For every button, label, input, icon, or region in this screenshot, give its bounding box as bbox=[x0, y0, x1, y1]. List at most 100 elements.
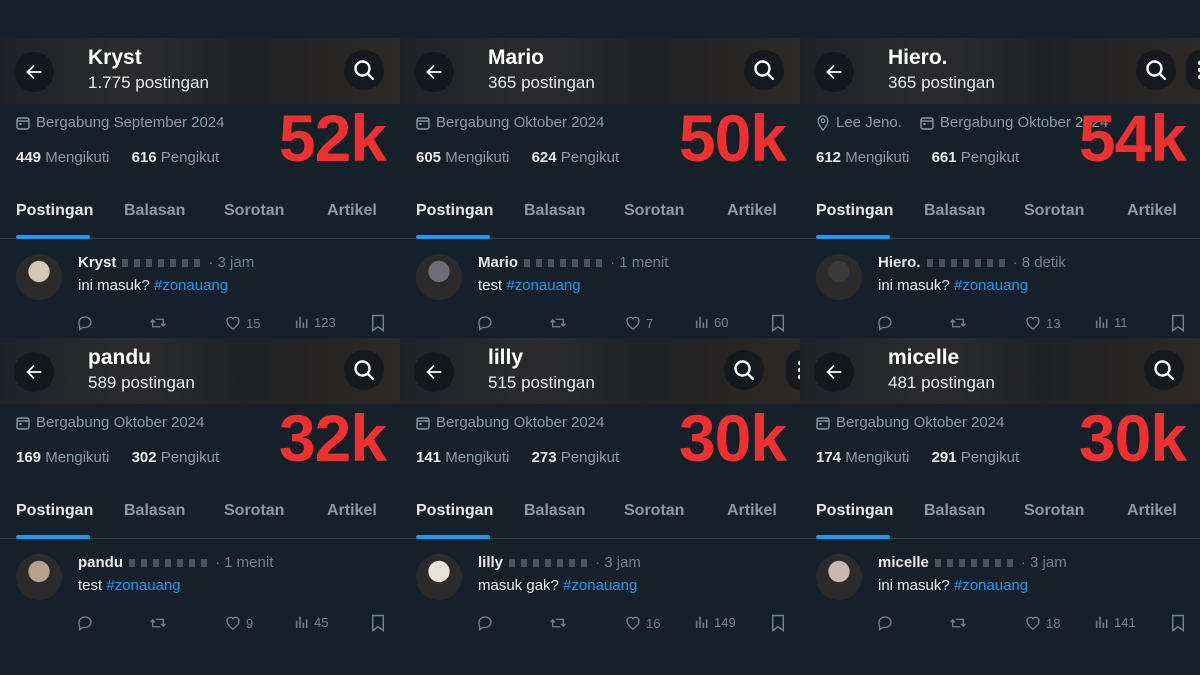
avatar[interactable] bbox=[16, 554, 62, 600]
views-button[interactable]: 149 bbox=[694, 614, 736, 630]
repost-button[interactable] bbox=[948, 314, 972, 332]
post-item[interactable]: Kryst · 3 jam ini masuk? #zonauang 15 123 bbox=[0, 248, 400, 338]
views-button[interactable]: 123 bbox=[294, 314, 336, 330]
following-link[interactable]: 169 Mengikuti bbox=[16, 449, 109, 466]
tab-artikel[interactable]: Artikel bbox=[1127, 502, 1177, 520]
post-item[interactable]: micelle · 3 jam ini masuk? #zonauang 18 1… bbox=[800, 548, 1200, 638]
like-button[interactable]: 9 bbox=[224, 614, 253, 632]
views-button[interactable]: 45 bbox=[294, 614, 328, 630]
bookmark-button[interactable] bbox=[770, 314, 786, 332]
views-button[interactable]: 11 bbox=[1094, 314, 1128, 330]
followers-link[interactable]: 302 Pengikut bbox=[132, 449, 220, 466]
tab-artikel[interactable]: Artikel bbox=[327, 202, 377, 220]
following-link[interactable]: 174 Mengikuti bbox=[816, 449, 909, 466]
tab-postingan[interactable]: Postingan bbox=[816, 502, 893, 520]
tab-balasan[interactable]: Balasan bbox=[124, 502, 185, 520]
followers-link[interactable]: 291 Pengikut bbox=[932, 449, 1020, 466]
post-time[interactable]: 3 jam bbox=[1030, 554, 1067, 571]
bookmark-button[interactable] bbox=[1170, 614, 1186, 632]
hashtag-link[interactable]: #zonauang bbox=[954, 577, 1028, 594]
hashtag-link[interactable]: #zonauang bbox=[106, 577, 180, 594]
search-button[interactable] bbox=[1144, 350, 1184, 390]
followers-link[interactable]: 273 Pengikut bbox=[532, 449, 620, 466]
post-item[interactable]: Hiero. · 8 detik ini masuk? #zonauang 13 … bbox=[800, 248, 1200, 338]
tab-postingan[interactable]: Postingan bbox=[416, 202, 493, 220]
following-link[interactable]: 605 Mengikuti bbox=[416, 149, 509, 166]
avatar[interactable] bbox=[416, 554, 462, 600]
post-author[interactable]: pandu bbox=[78, 554, 123, 571]
followers-link[interactable]: 624 Pengikut bbox=[532, 149, 620, 166]
tab-balasan[interactable]: Balasan bbox=[524, 202, 585, 220]
back-button[interactable] bbox=[414, 52, 454, 92]
views-button[interactable]: 141 bbox=[1094, 614, 1136, 630]
post-author[interactable]: micelle bbox=[878, 554, 929, 571]
reply-button[interactable] bbox=[76, 614, 98, 632]
avatar[interactable] bbox=[416, 254, 462, 300]
tab-balasan[interactable]: Balasan bbox=[124, 202, 185, 220]
search-button[interactable] bbox=[344, 50, 384, 90]
tab-balasan[interactable]: Balasan bbox=[924, 502, 985, 520]
post-time[interactable]: 8 detik bbox=[1022, 254, 1066, 271]
tab-postingan[interactable]: Postingan bbox=[416, 502, 493, 520]
back-button[interactable] bbox=[414, 352, 454, 392]
like-button[interactable]: 15 bbox=[224, 314, 260, 332]
tab-sorotan[interactable]: Sorotan bbox=[1024, 202, 1084, 220]
post-author[interactable]: Mario bbox=[478, 254, 518, 271]
avatar[interactable] bbox=[816, 254, 862, 300]
back-button[interactable] bbox=[14, 352, 54, 392]
search-button[interactable] bbox=[744, 50, 784, 90]
following-link[interactable]: 449 Mengikuti bbox=[16, 149, 109, 166]
reply-button[interactable] bbox=[476, 314, 498, 332]
like-button[interactable]: 13 bbox=[1024, 314, 1060, 332]
tab-postingan[interactable]: Postingan bbox=[816, 202, 893, 220]
bookmark-button[interactable] bbox=[1170, 314, 1186, 332]
like-button[interactable]: 18 bbox=[1024, 614, 1060, 632]
back-button[interactable] bbox=[814, 52, 854, 92]
repost-button[interactable] bbox=[148, 314, 172, 332]
tab-sorotan[interactable]: Sorotan bbox=[624, 502, 684, 520]
post-item[interactable]: pandu · 1 menit test #zonauang 9 45 bbox=[0, 548, 400, 638]
reply-button[interactable] bbox=[476, 614, 498, 632]
post-time[interactable]: 3 jam bbox=[218, 254, 255, 271]
tab-sorotan[interactable]: Sorotan bbox=[1024, 502, 1084, 520]
followers-link[interactable]: 616 Pengikut bbox=[132, 149, 220, 166]
avatar[interactable] bbox=[816, 554, 862, 600]
post-author[interactable]: Kryst bbox=[78, 254, 116, 271]
reply-button[interactable] bbox=[876, 614, 898, 632]
tab-sorotan[interactable]: Sorotan bbox=[224, 502, 284, 520]
back-button[interactable] bbox=[814, 352, 854, 392]
tab-artikel[interactable]: Artikel bbox=[327, 502, 377, 520]
hashtag-link[interactable]: #zonauang bbox=[563, 577, 637, 594]
like-button[interactable]: 7 bbox=[624, 314, 653, 332]
avatar[interactable] bbox=[16, 254, 62, 300]
tab-balasan[interactable]: Balasan bbox=[924, 202, 985, 220]
tab-balasan[interactable]: Balasan bbox=[524, 502, 585, 520]
bookmark-button[interactable] bbox=[370, 614, 386, 632]
reply-button[interactable] bbox=[876, 314, 898, 332]
post-author[interactable]: lilly bbox=[478, 554, 503, 571]
more-options-button[interactable] bbox=[786, 350, 800, 390]
post-item[interactable]: Mario · 1 menit test #zonauang 7 60 bbox=[400, 248, 800, 338]
repost-button[interactable] bbox=[548, 614, 572, 632]
following-link[interactable]: 141 Mengikuti bbox=[416, 449, 509, 466]
hashtag-link[interactable]: #zonauang bbox=[154, 277, 228, 294]
tab-postingan[interactable]: Postingan bbox=[16, 202, 93, 220]
search-button[interactable] bbox=[344, 350, 384, 390]
followers-link[interactable]: 661 Pengikut bbox=[932, 149, 1020, 166]
reply-button[interactable] bbox=[76, 314, 98, 332]
hashtag-link[interactable]: #zonauang bbox=[954, 277, 1028, 294]
post-item[interactable]: lilly · 3 jam masuk gak? #zonauang 16 149 bbox=[400, 548, 800, 638]
tab-artikel[interactable]: Artikel bbox=[727, 202, 777, 220]
back-button[interactable] bbox=[14, 52, 54, 92]
post-author[interactable]: Hiero. bbox=[878, 254, 921, 271]
hashtag-link[interactable]: #zonauang bbox=[506, 277, 580, 294]
repost-button[interactable] bbox=[148, 614, 172, 632]
post-time[interactable]: 1 menit bbox=[619, 254, 668, 271]
tab-sorotan[interactable]: Sorotan bbox=[624, 202, 684, 220]
repost-button[interactable] bbox=[548, 314, 572, 332]
like-button[interactable]: 16 bbox=[624, 614, 660, 632]
post-time[interactable]: 3 jam bbox=[604, 554, 641, 571]
views-button[interactable]: 60 bbox=[694, 314, 728, 330]
search-button[interactable] bbox=[1136, 50, 1176, 90]
tab-artikel[interactable]: Artikel bbox=[727, 502, 777, 520]
